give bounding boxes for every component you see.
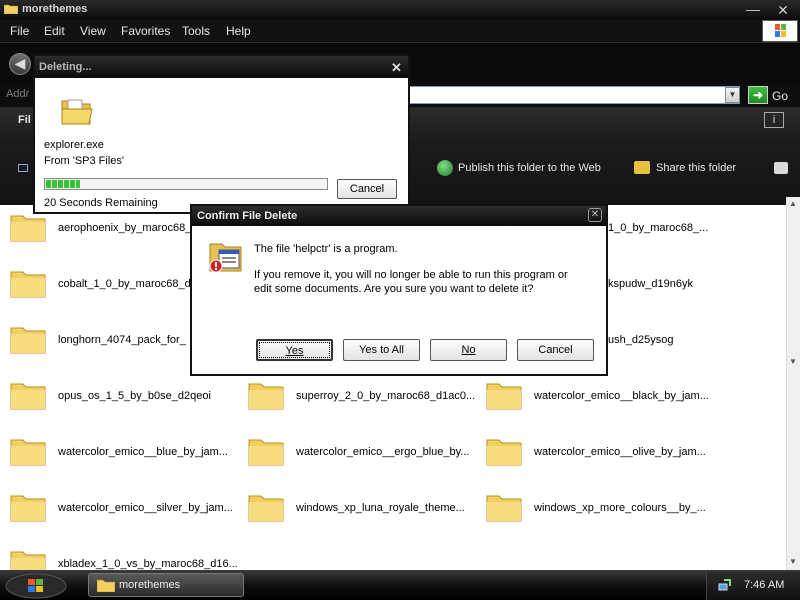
go-arrow-icon[interactable]: ➜ [748,86,768,104]
folder-icon [10,383,46,410]
dialog-title: Deleting... [39,61,92,73]
close-icon[interactable]: ✕ [588,208,602,222]
deleting-source: From 'SP3 Files' [44,155,124,167]
window-title: morethemes [22,3,88,15]
scroll-thumb-icon[interactable]: ▼ [789,357,797,366]
folder-icon [4,4,18,14]
folder-icon [10,495,46,522]
list-item[interactable]: watercolor_emico__blue_by_jam... [10,434,240,474]
task-section-label: Fil [18,114,31,126]
deleting-file-name: explorer.exe [44,139,104,151]
list-item[interactable]: watercolor_emico__black_by_jam... [486,378,716,418]
view-icon[interactable] [18,164,28,172]
folder-icon [248,383,284,410]
file-name: watercolor_emico__olive_by_jam... [534,446,706,458]
file-name: windows_xp_more_colours__by_... [534,502,706,514]
open-folder-icon [61,99,93,125]
file-name: superroy_2_0_by_maroc68_d1ac0... [296,390,476,402]
file-name: kspudw_d19n6yk [608,278,694,290]
cancel-delete-button[interactable]: Cancel [337,179,397,199]
file-name: longhorn_4074_pack_for_ [58,334,186,346]
vertical-scrollbar[interactable]: ▲ ▼ ▼ [786,197,800,570]
folder-icon [10,439,46,466]
go-button[interactable]: Go [772,89,788,103]
list-item[interactable]: opus_os_1_5_by_b0se_d2qeoi [10,378,240,418]
yes-label: Yes [285,345,304,357]
yes-button[interactable]: Yes [256,339,333,361]
window-titlebar[interactable]: morethemes — ✕ [0,0,800,20]
confirm-message-line: If you remove it, you will no longer be … [254,269,568,281]
folder-icon [10,271,46,298]
folder-icon [248,439,284,466]
menu-bar: File Edit View Favorites Tools Help [0,20,800,43]
dialog-titlebar[interactable]: Confirm File Delete [192,206,606,226]
folder-icon [248,495,284,522]
time-remaining: 20 Seconds Remaining [44,197,158,209]
publish-folder-link[interactable]: Publish this folder to the Web [458,162,601,174]
file-name: cobalt_1_0_by_maroc68_d [58,278,191,290]
share-folder-link[interactable]: Share this folder [656,162,736,174]
file-name: watercolor_emico__blue_by_jam... [58,446,228,458]
no-label: No [461,344,476,356]
start-button[interactable] [0,572,72,600]
list-item[interactable]: watercolor_emico__ergo_blue_by... [248,434,478,474]
email-icon[interactable] [774,162,788,174]
list-item[interactable]: windows_xp_more_colours__by_... [486,490,716,530]
folder-icon [486,439,522,466]
info-icon[interactable]: i [764,112,784,128]
taskbar-window-label: morethemes [119,579,181,591]
network-icon[interactable] [718,578,732,592]
confirm-message-line: edit some documents. Are you sure you wa… [254,283,534,295]
file-name: 1_0_by_maroc68_... [608,222,709,234]
windows-logo [762,20,798,42]
file-name: watercolor_emico__silver_by_jam... [58,502,233,514]
progress-fill [46,180,80,188]
menu-view[interactable]: View [80,24,106,38]
close-window-button[interactable]: ✕ [772,2,794,18]
address-input[interactable] [408,86,740,104]
confirm-message-title: The file 'helpctr' is a program. [254,243,398,255]
file-name: watercolor_emico__black_by_jam... [534,390,709,402]
list-item[interactable]: watercolor_emico__silver_by_jam... [10,490,240,530]
scroll-down-icon[interactable]: ▼ [789,557,797,566]
taskbar-window-button[interactable]: morethemes [88,573,244,597]
windows-flag-icon [775,24,786,37]
dialog-title: Confirm File Delete [197,210,298,222]
share-folder-icon[interactable] [634,161,650,174]
folder-icon [97,579,115,592]
list-item[interactable]: watercolor_emico__olive_by_jam... [486,434,716,474]
scroll-up-icon[interactable]: ▲ [789,199,797,208]
dialog-titlebar[interactable]: Deleting... ✕ [35,56,408,78]
menu-file[interactable]: File [10,24,29,38]
publish-globe-icon[interactable] [437,160,453,176]
file-name: opus_os_1_5_by_b0se_d2qeoi [58,390,211,402]
menu-help[interactable]: Help [226,24,251,38]
clock[interactable]: 7:46 AM [744,579,784,591]
list-item[interactable]: superroy_2_0_by_maroc68_d1ac0... [248,378,478,418]
list-item[interactable]: windows_xp_luna_royale_theme... [248,490,478,530]
file-name: windows_xp_luna_royale_theme... [296,502,465,514]
yes-to-all-button[interactable]: Yes to All [343,339,420,361]
file-name: ush_d25ysog [608,334,674,346]
folder-icon [486,383,522,410]
file-name: watercolor_emico__ergo_blue_by... [296,446,470,458]
file-name: xbladex_1_0_vs_by_maroc68_d16... [58,558,238,570]
menu-tools[interactable]: Tools [182,24,210,38]
menu-favorites[interactable]: Favorites [121,24,170,38]
cancel-button[interactable]: Cancel [517,339,594,361]
delete-progress-bar [44,178,328,190]
file-name: aerophoenix_by_maroc68_ [58,222,192,234]
folder-icon [10,327,46,354]
back-arrow-icon[interactable]: ◀ [9,53,31,75]
address-label: Addr [6,88,30,100]
folder-icon [10,215,46,242]
menu-edit[interactable]: Edit [44,24,65,38]
no-button[interactable]: No [430,339,507,361]
close-icon[interactable]: ✕ [391,60,402,76]
program-warning-icon [209,243,242,273]
minimize-button[interactable]: — [742,2,764,18]
folder-icon [486,495,522,522]
chevron-down-icon[interactable]: ▼ [725,87,740,103]
